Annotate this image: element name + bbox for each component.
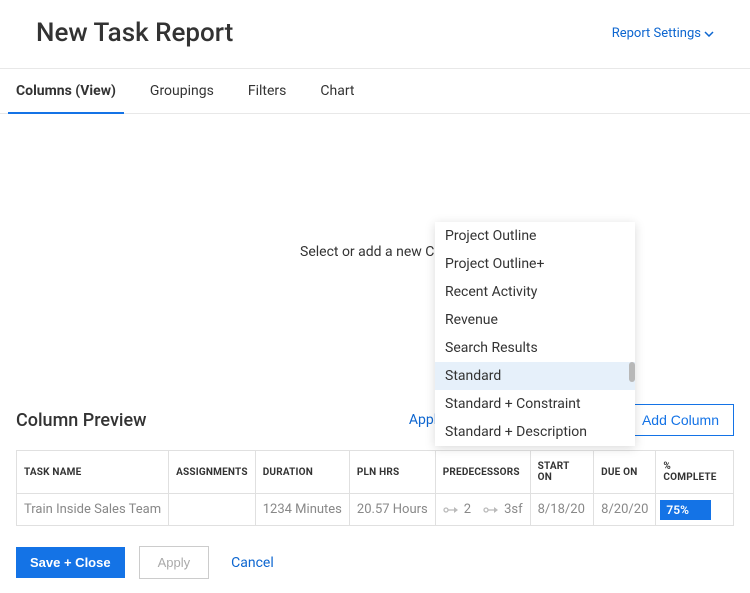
cancel-link[interactable]: Cancel [231, 555, 274, 571]
tab-chart[interactable]: Chart [320, 69, 354, 113]
cell-due-on: 8/20/20 [594, 494, 656, 526]
report-settings-label: Report Settings [612, 26, 701, 41]
cell-start-on: 8/18/20 [530, 494, 594, 526]
col-start-on[interactable]: START ON [530, 451, 594, 494]
col-due-on[interactable]: DUE ON [594, 451, 656, 494]
predecessor-value-1: 2 [464, 502, 471, 517]
add-column-label: Add Column [642, 412, 719, 428]
dropdown-item-standard[interactable]: Standard [435, 362, 635, 390]
column-dropdown[interactable]: Project Outline Project Outline+ Recent … [435, 222, 635, 446]
cell-pln-hrs: 20.57 Hours [349, 494, 435, 526]
cell-predecessors: 2 3sf [435, 494, 530, 526]
tab-columns[interactable]: Columns (View) [16, 69, 116, 113]
dropdown-item-revenue[interactable]: Revenue [435, 306, 635, 334]
col-predecessors[interactable]: PREDECESSORS [435, 451, 530, 494]
dropdown-item-standard-description[interactable]: Standard + Description [435, 418, 635, 446]
tab-groupings[interactable]: Groupings [150, 69, 214, 113]
page-title: New Task Report [36, 18, 233, 48]
tab-filters[interactable]: Filters [248, 69, 287, 113]
report-settings-link[interactable]: Report Settings [612, 26, 714, 41]
preview-table: TASK NAME ASSIGNMENTS DURATION PLN HRS P… [16, 450, 734, 526]
tabs-bar: Columns (View) Groupings Filters Chart [0, 69, 750, 114]
col-pln-hrs[interactable]: PLN HRS [349, 451, 435, 494]
table-header-row: TASK NAME ASSIGNMENTS DURATION PLN HRS P… [17, 451, 734, 494]
col-percent-complete[interactable]: % COMPLETE [656, 451, 734, 494]
col-duration[interactable]: DURATION [255, 451, 349, 494]
table-row: Train Inside Sales Team 1234 Minutes 20.… [17, 494, 734, 526]
cell-duration: 1234 Minutes [255, 494, 349, 526]
cell-percent-complete: 75% [656, 494, 734, 526]
col-assignments[interactable]: ASSIGNMENTS [169, 451, 256, 494]
predecessor-value-2: 3sf [504, 502, 523, 517]
dropdown-scrollbar[interactable] [629, 362, 635, 382]
dropdown-item-recent-activity[interactable]: Recent Activity [435, 278, 635, 306]
predecessor-icon [483, 505, 501, 515]
dropdown-item-project-outline-plus[interactable]: Project Outline+ [435, 250, 635, 278]
percent-complete-bar: 75% [660, 500, 711, 520]
dropdown-item-project-outline[interactable]: Project Outline [435, 222, 635, 250]
dropdown-item-search-results[interactable]: Search Results [435, 334, 635, 362]
apply-button[interactable]: Apply [139, 546, 210, 579]
col-task-name[interactable]: TASK NAME [17, 451, 169, 494]
cell-assignments [169, 494, 256, 526]
save-close-button[interactable]: Save + Close [16, 547, 125, 578]
cell-task-name: Train Inside Sales Team [17, 494, 169, 526]
column-preview-title: Column Preview [16, 410, 397, 431]
dropdown-item-standard-constraint[interactable]: Standard + Constraint [435, 390, 635, 418]
chevron-down-icon [704, 26, 714, 41]
predecessor-icon [443, 505, 461, 515]
